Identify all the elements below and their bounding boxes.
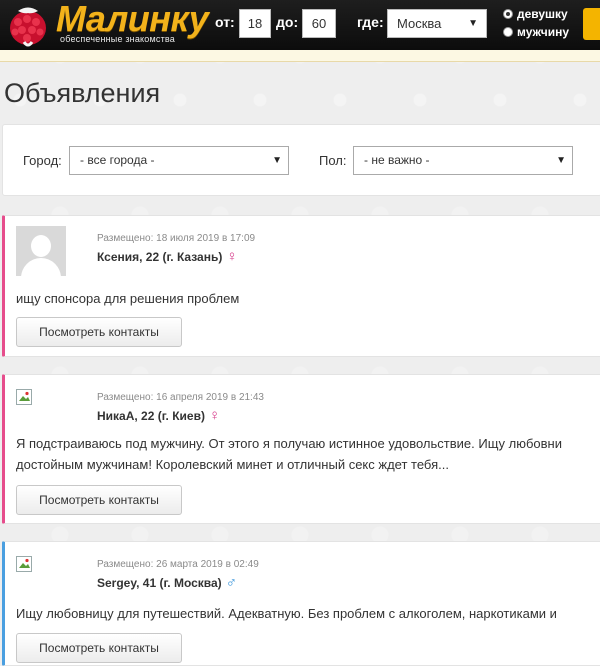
page-title: Объявления: [4, 78, 161, 108]
age-to-input[interactable]: 60: [302, 9, 336, 38]
site-header: Малинку обеспеченные знакомства от: 18 д…: [0, 0, 600, 50]
ad-author[interactable]: Sergey, 41 (г. Москва) ♂: [97, 574, 237, 591]
male-icon: ♂: [225, 574, 237, 591]
gender-radio-label: мужчину: [517, 25, 570, 39]
ad-card: Размещено: 16 апреля 2019 в 21:43 НикаА,…: [2, 374, 600, 524]
notice-bar: [0, 50, 600, 62]
ad-text-line: Я подстраиваюсь под мужчину. От этого я …: [16, 436, 562, 451]
ad-text: Я подстраиваюсь под мужчину. От этого я …: [16, 433, 562, 475]
filter-city-select[interactable]: - все города - ▼: [69, 146, 289, 175]
ad-text: ищу спонсора для решения проблем: [16, 288, 239, 309]
ad-author-name: НикаА, 22 (г. Киев): [97, 409, 205, 423]
filter-gender-value: - не важно -: [364, 153, 430, 167]
ad-card: Размещено: 26 марта 2019 в 02:49 Sergey,…: [2, 541, 600, 666]
gender-radio-label: девушку: [517, 7, 568, 21]
filter-city-label: Город:: [23, 153, 62, 168]
age-from-label: от:: [215, 14, 235, 30]
broken-image-icon[interactable]: [16, 389, 32, 405]
ad-author[interactable]: Ксения, 22 (г. Казань) ♀: [97, 248, 238, 265]
gender-radio-male[interactable]: мужчину: [503, 25, 569, 39]
radio-selected-icon: [503, 9, 513, 19]
chevron-down-icon: ▼: [556, 155, 566, 166]
female-icon: ♀: [226, 248, 238, 265]
filter-city-value: - все города -: [80, 153, 155, 167]
show-contacts-button[interactable]: Посмотреть контакты: [16, 317, 182, 347]
city-select[interactable]: Москва ▼: [387, 9, 487, 38]
broken-image-icon[interactable]: [16, 556, 32, 572]
ad-card: Размещено: 18 июля 2019 в 17:09 Ксения, …: [2, 215, 600, 357]
ad-posted-date: Размещено: 16 апреля 2019 в 21:43: [97, 392, 264, 403]
female-icon: ♀: [208, 407, 221, 424]
gender-radio-female[interactable]: девушку: [503, 7, 568, 21]
city-select-value: Москва: [397, 16, 442, 31]
avatar-head: [31, 235, 51, 257]
search-button[interactable]: [583, 8, 600, 40]
avatar-placeholder[interactable]: [16, 226, 66, 276]
filter-gender-select[interactable]: - не важно - ▼: [353, 146, 573, 175]
show-contacts-button[interactable]: Посмотреть контакты: [16, 633, 182, 663]
filter-gender-label: Пол:: [319, 153, 347, 168]
ad-author-name: Sergey, 41 (г. Москва): [97, 576, 222, 590]
ad-text-line: ищу спонсора для решения проблем: [16, 291, 240, 306]
radio-unselected-icon: [503, 27, 513, 37]
ad-posted-date: Размещено: 26 марта 2019 в 02:49: [97, 559, 259, 570]
show-contacts-button[interactable]: Посмотреть контакты: [16, 485, 182, 515]
age-to-label: до:: [276, 14, 299, 30]
logo-subtitle: обеспеченные знакомства: [60, 34, 175, 44]
chevron-down-icon: ▼: [272, 155, 282, 166]
chevron-down-icon: ▼: [468, 18, 478, 29]
age-from-input[interactable]: 18: [239, 9, 271, 38]
ad-posted-date: Размещено: 18 июля 2019 в 17:09: [97, 233, 256, 244]
ad-author[interactable]: НикаА, 22 (г. Киев) ♀: [97, 407, 220, 424]
ad-text-line: достойным мужчинам! Королевский минет и …: [16, 457, 449, 472]
ad-author-name: Ксения, 22 (г. Казань): [97, 250, 223, 264]
filter-panel: Город: - все города - ▼ Пол: - не важно …: [2, 124, 600, 196]
ad-text-line: Ищу любовницу для путешествий. Адекватну…: [16, 606, 557, 621]
city-label: где:: [357, 14, 384, 30]
raspberry-logo-icon[interactable]: [4, 2, 52, 48]
ad-text: Ищу любовницу для путешествий. Адекватну…: [16, 603, 557, 624]
avatar-body: [21, 258, 61, 276]
